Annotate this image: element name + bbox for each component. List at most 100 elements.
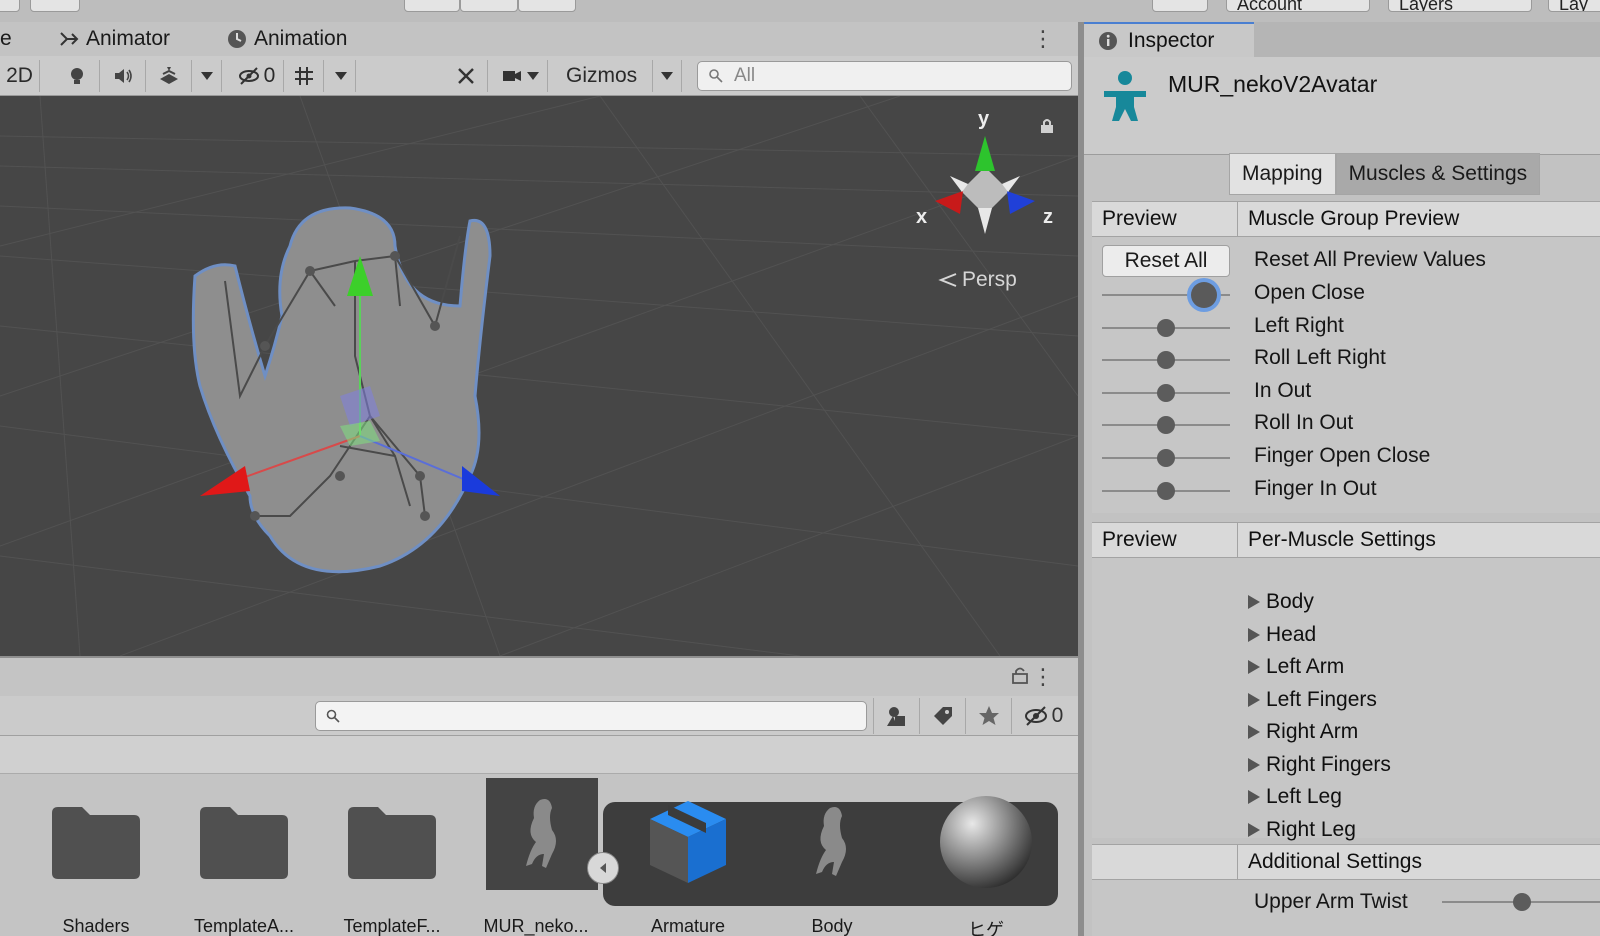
tools-toggle[interactable] [444,60,488,92]
mesh-icon [782,792,882,892]
projection-toggle[interactable]: Persp [938,268,1017,292]
slider-knob[interactable] [1157,351,1175,370]
chevron-left-icon [600,863,606,873]
triangle-right-icon [1248,660,1260,674]
foldout-head[interactable]: Head [1248,623,1316,647]
slider-knob[interactable] [1191,282,1218,308]
cloud-button[interactable] [1152,0,1208,12]
star-icon [978,706,999,725]
effects-dropdown[interactable] [192,60,222,92]
slider-knob[interactable] [1513,893,1531,911]
layers-dropdown[interactable]: Layers [1388,0,1532,12]
foldout-left-leg[interactable]: Left Leg [1248,785,1342,809]
camera-dropdown[interactable] [492,60,548,92]
asset-item[interactable]: Armature [628,774,748,936]
tag-icon [933,707,952,725]
hidden-packages-toggle[interactable]: 0 [1011,698,1075,734]
tab-animation[interactable]: Animation [226,22,347,56]
magnet-icon[interactable] [30,0,80,12]
tab-label: Animator [86,27,171,50]
upper-arm-twist-label: Upper Arm Twist [1254,890,1408,913]
upper-arm-twist-slider[interactable] [1442,893,1600,911]
folder-icon [46,792,146,892]
foldout-label: Left Fingers [1266,687,1377,711]
foldout-left-fingers[interactable]: Left Fingers [1248,688,1377,712]
lock-icon[interactable] [1040,118,1054,134]
chevron-down-icon [526,72,539,80]
gizmos-dropdown[interactable] [652,60,682,92]
axis-label-z: z [1043,206,1053,228]
2d-toggle[interactable]: 2D [0,60,40,92]
foldout-right-fingers[interactable]: Right Fingers [1248,753,1391,777]
asset-item[interactable]: Body [772,774,892,936]
foldout-body[interactable]: Body [1248,590,1314,614]
toolbar-button-partial[interactable] [0,0,20,12]
axis-label-x: x [916,206,928,228]
additional-settings-header: Additional Settings [1092,844,1600,880]
gizmos-button[interactable]: Gizmos [558,60,648,92]
muscle-slider[interactable] [1102,383,1230,402]
slider-knob[interactable] [1157,481,1175,500]
kebab-menu-icon[interactable]: ⋮ [1032,26,1054,52]
muscle-slider[interactable] [1102,416,1230,435]
tab-muscles-settings[interactable]: Muscles & Settings [1335,153,1541,195]
foldout-label: Body [1266,590,1314,613]
tab-scene[interactable]: e [0,22,12,56]
muscle-slider[interactable] [1102,351,1230,370]
asset-item[interactable]: ヒゲ [926,774,1046,936]
foldout-right-leg[interactable]: Right Leg [1248,818,1356,842]
grid-icon [294,67,313,85]
scene-search-field[interactable]: All [697,61,1072,91]
slider-knob[interactable] [1157,318,1175,337]
grid-dropdown[interactable] [326,60,356,92]
avatar-model[interactable] [191,206,500,574]
wrench-icon [457,68,474,84]
foldout-left-arm[interactable]: Left Arm [1248,655,1344,679]
play-button[interactable] [404,0,460,12]
slider-knob[interactable] [1157,383,1175,402]
asset-name: MUR_nekoV2Avatar [1168,71,1378,97]
filter-by-label-button[interactable] [919,698,965,734]
asset-item[interactable]: TemplateF... [332,774,452,936]
kebab-menu-icon[interactable]: ⋮ [1032,664,1054,690]
pause-button[interactable] [460,0,518,12]
muscle-slider[interactable] [1102,481,1230,500]
muscle-row-label: Finger Open Close [1254,444,1431,467]
favorites-button[interactable] [965,698,1011,734]
tab-label: Inspector [1128,28,1215,52]
step-button[interactable] [518,0,576,12]
collapse-subassets-button[interactable] [587,852,619,884]
muscle-group-header: Preview Muscle Group Preview [1092,201,1600,237]
foldout-label: Right Arm [1266,720,1359,743]
lock-icon[interactable] [1012,666,1028,684]
tab-animator[interactable]: Animator [58,22,170,56]
project-search-field[interactable] [315,701,867,731]
audio-toggle[interactable] [100,60,146,92]
reset-all-button[interactable]: Reset All [1102,245,1230,277]
animator-icon [60,32,79,46]
lighting-toggle[interactable] [54,60,100,92]
foldout-label: Right Leg [1266,817,1356,841]
asset-item[interactable]: TemplateA... [184,774,304,936]
asset-item[interactable]: Shaders [36,774,156,936]
tab-mapping[interactable]: Mapping [1229,153,1336,195]
layout-dropdown[interactable]: Lay [1548,0,1600,12]
effects-toggle[interactable] [146,60,192,92]
muscle-row-label: Roll In Out [1254,411,1354,435]
muscle-slider[interactable] [1102,318,1230,337]
tab-inspector[interactable]: Inspector [1084,22,1254,57]
account-dropdown[interactable]: Account [1226,0,1370,12]
project-toolbar: 0 [0,696,1078,736]
asset-item[interactable]: MUR_neko... [476,774,598,936]
reset-all-label: Reset All Preview Values [1254,248,1486,271]
scene-viewport[interactable]: y x z Persp [0,96,1078,656]
foldout-right-arm[interactable]: Right Arm [1248,720,1358,744]
muscle-slider[interactable] [1102,282,1230,308]
hidden-objects-toggle[interactable]: 0 [230,60,284,92]
filter-by-type-button[interactable] [873,698,919,734]
grid-toggle[interactable] [284,60,324,92]
slider-knob[interactable] [1157,449,1175,467]
muscle-slider[interactable] [1102,449,1230,467]
shapes-icon [886,707,905,726]
slider-knob[interactable] [1157,416,1175,435]
